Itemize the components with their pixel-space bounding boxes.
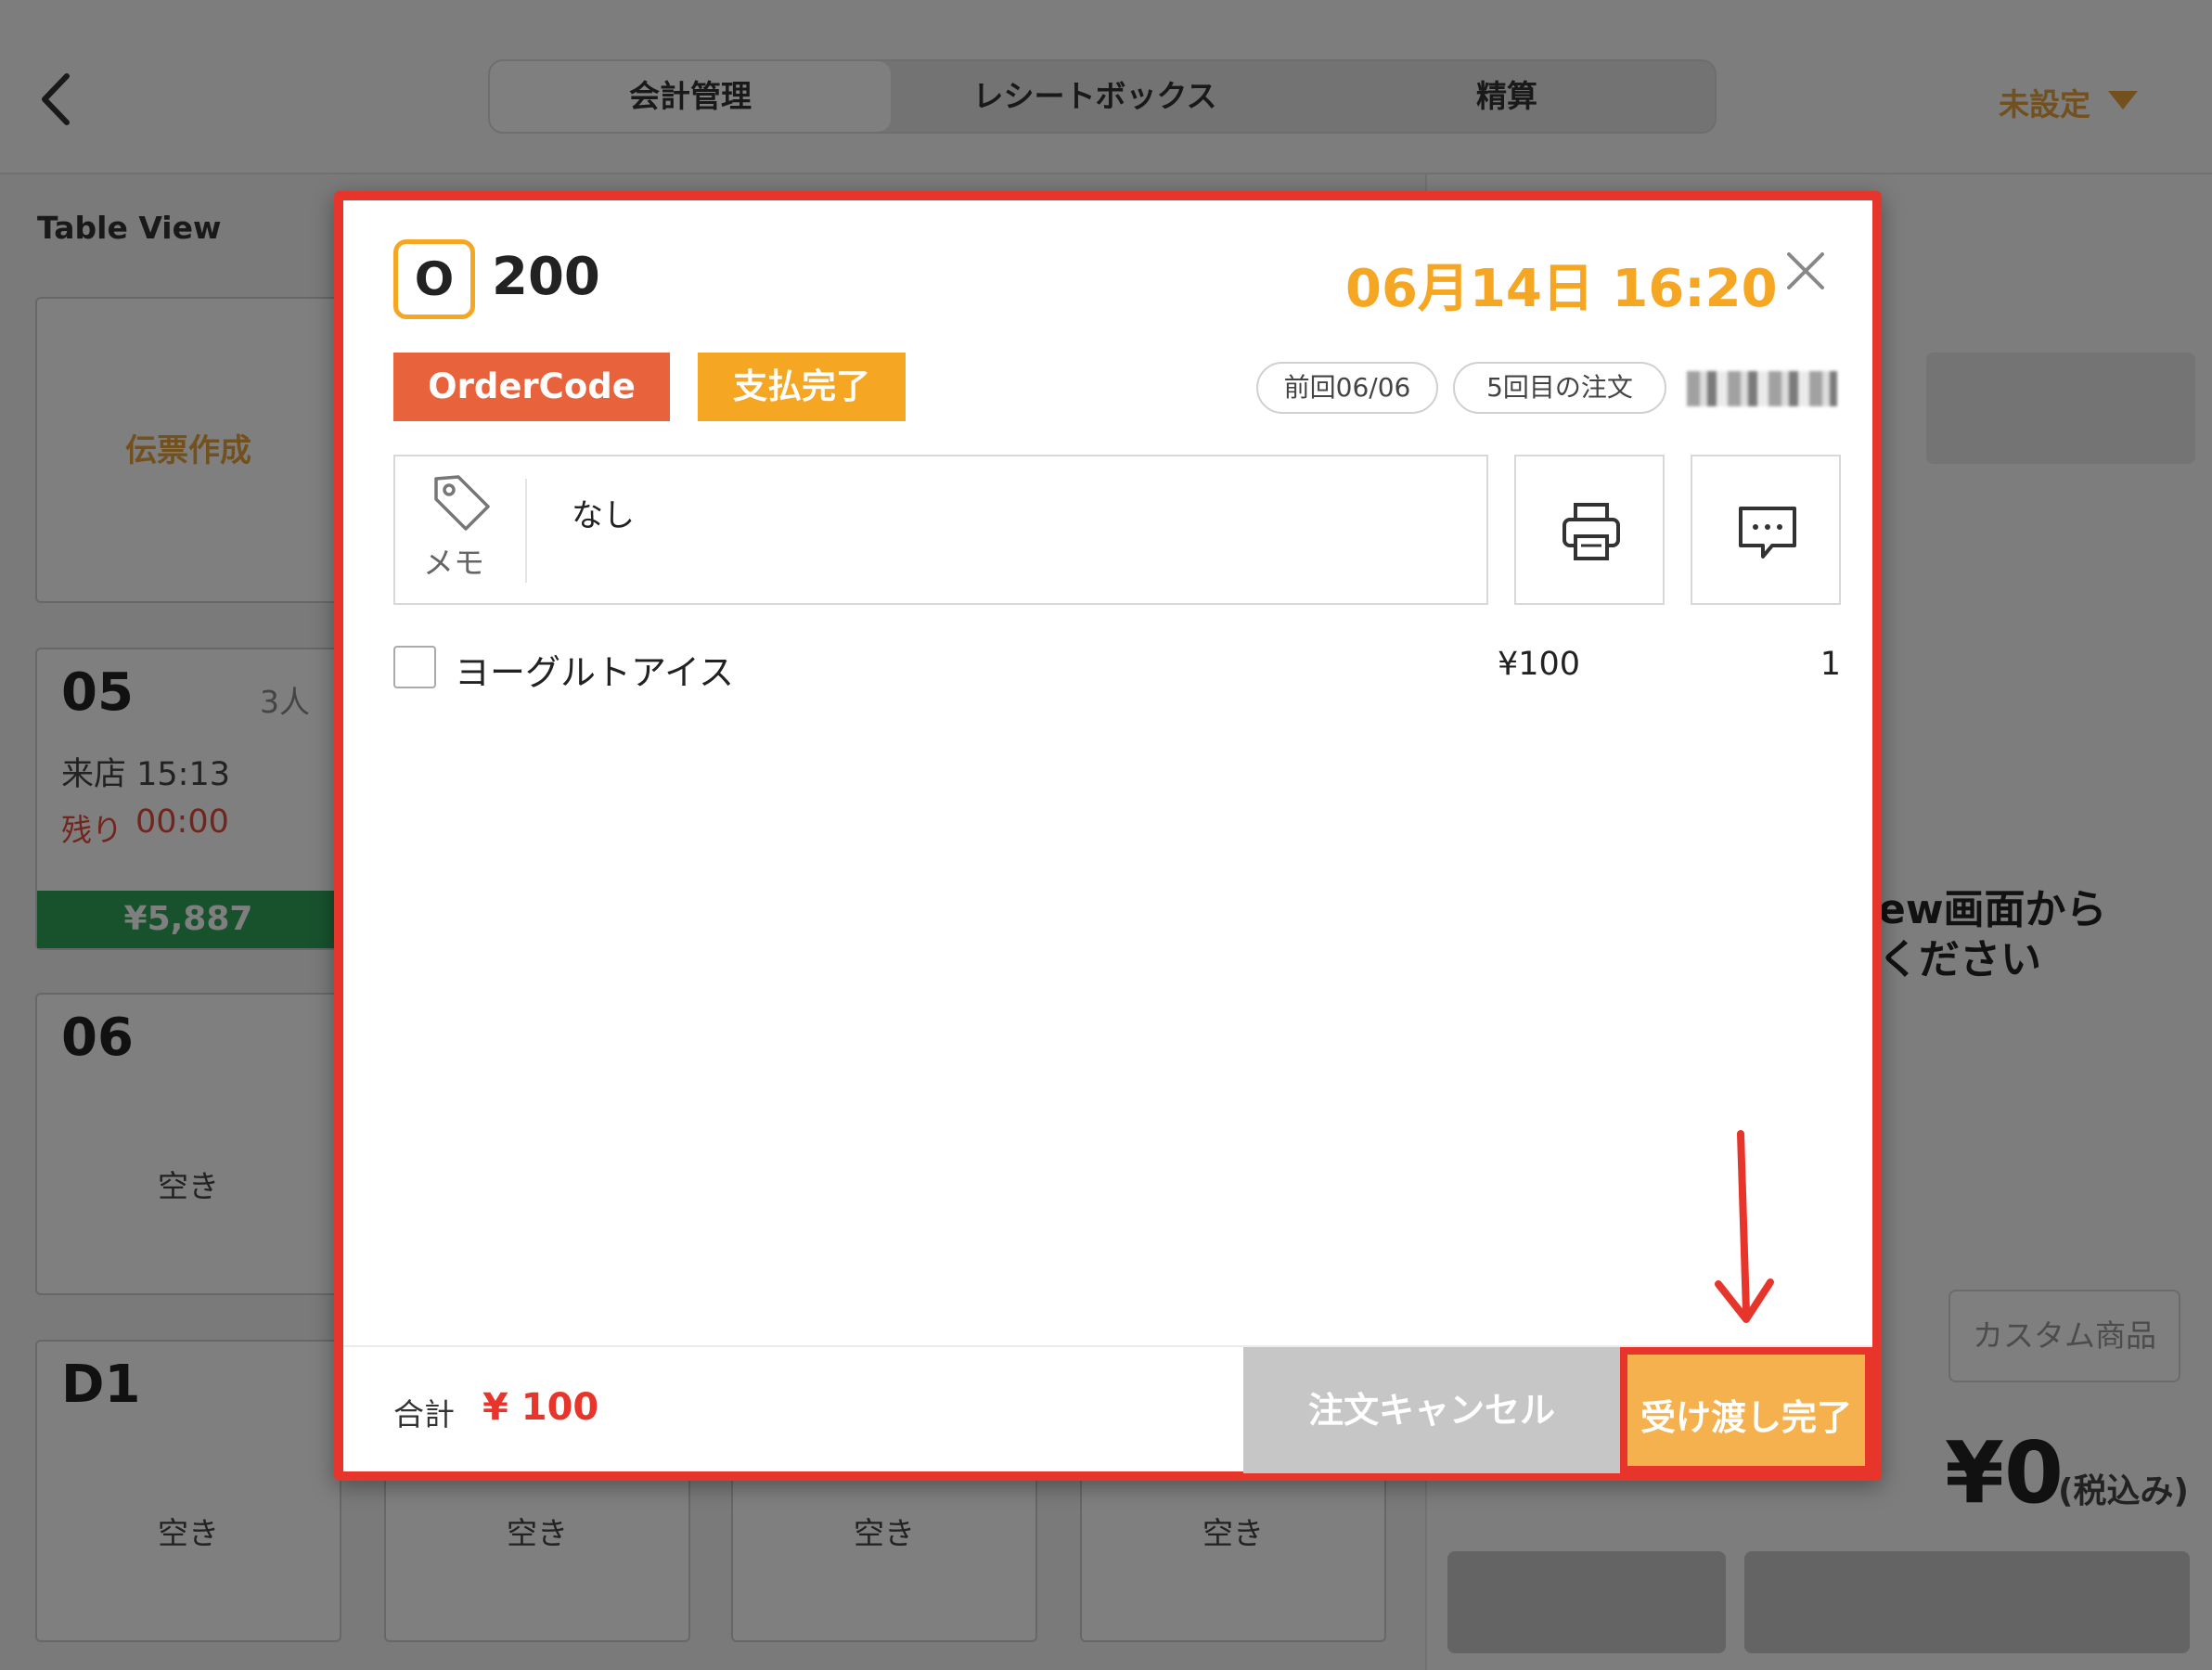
message-button[interactable] [1691, 455, 1841, 605]
tag-icon [434, 475, 490, 531]
previous-visit-pill: 前回06/06 [1256, 362, 1438, 414]
chat-icon [1739, 507, 1796, 559]
total-label: 合計 [393, 1396, 455, 1432]
item-name: ヨーグルトアイス [455, 652, 734, 693]
memo-field[interactable]: メモ なし [393, 455, 1488, 605]
order-detail-modal: O 200 06月14日 16:20 OrderCode 支払完了 前回06/0… [334, 191, 1882, 1481]
close-icon[interactable] [1780, 245, 1832, 297]
order-count-pill: 5回目の注文 [1453, 362, 1666, 414]
print-button[interactable] [1514, 455, 1665, 605]
list-item: ヨーグルトアイス ¥100 1 [393, 638, 1843, 694]
handover-complete-button[interactable]: 受け渡し完了 [1620, 1347, 1872, 1473]
arrow-down-icon [1715, 1130, 1774, 1323]
order-datetime: 06月14日 16:20 [1345, 259, 1778, 319]
order-number: 200 [492, 247, 600, 307]
modal-footer: 合計 ¥ 100 注文キャンセル 受け渡し完了 [343, 1345, 1872, 1473]
item-quantity: 1 [1820, 646, 1841, 683]
redacted-customer-name [1687, 371, 1837, 406]
memo-label: メモ [423, 545, 484, 581]
memo-divider [525, 479, 527, 583]
item-price: ¥100 [1498, 646, 1581, 683]
payment-status-tag: 支払完了 [698, 353, 906, 421]
total-value: ¥ 100 [482, 1386, 599, 1429]
memo-text: なし [572, 497, 635, 534]
order-code-tag: OrderCode [393, 353, 670, 421]
order-type-badge: O [393, 239, 475, 319]
item-checkbox[interactable] [393, 646, 436, 688]
cancel-order-button[interactable]: 注文キャンセル [1243, 1347, 1620, 1473]
printer-icon [1563, 503, 1620, 560]
